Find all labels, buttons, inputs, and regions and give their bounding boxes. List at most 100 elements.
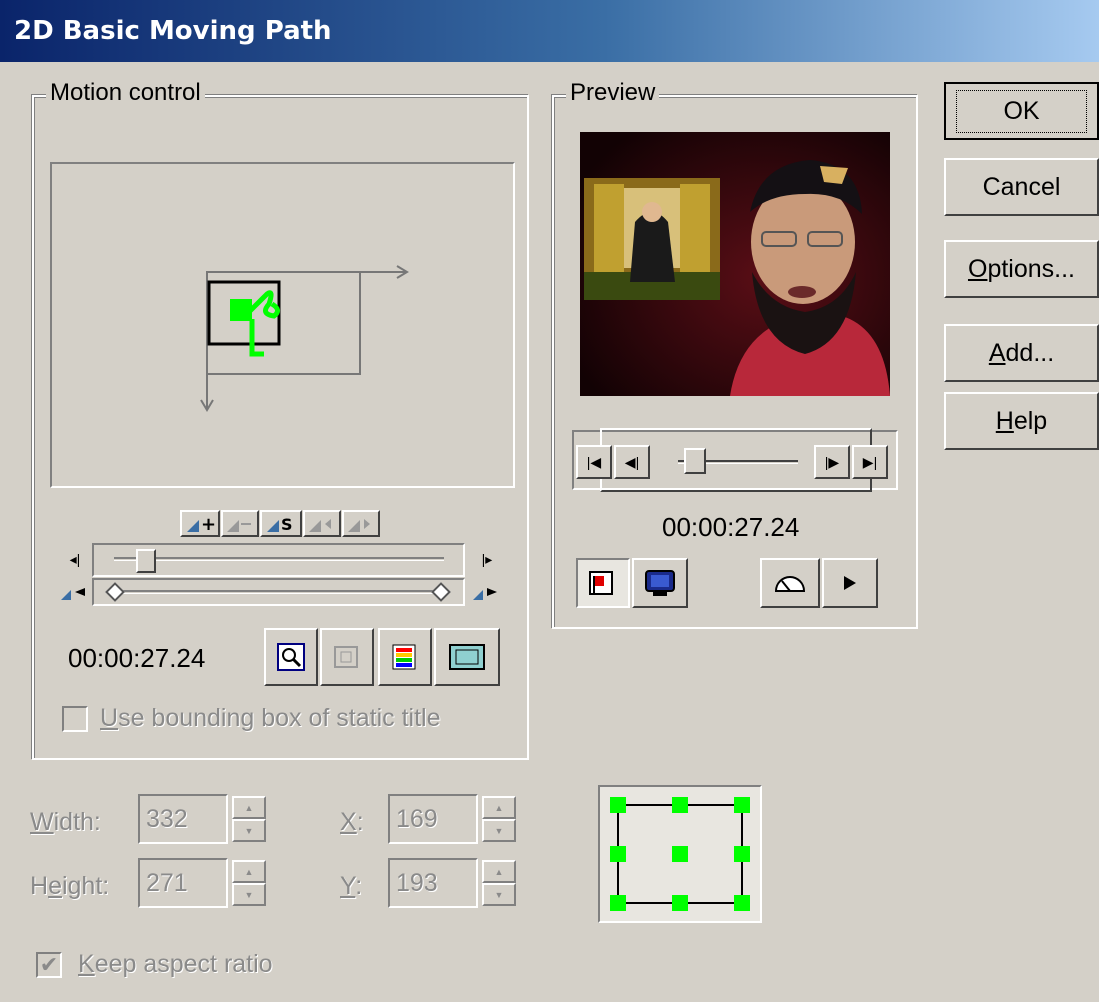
bounding-box-checkbox[interactable] — [62, 706, 88, 732]
anchor-top-center[interactable] — [672, 797, 688, 813]
next-keyframe-button[interactable] — [342, 510, 380, 537]
step-forward-button[interactable]: |▶ — [814, 445, 850, 479]
x-label: X: — [340, 808, 364, 837]
range-end-handle[interactable] — [431, 582, 451, 602]
go-to-start-button[interactable]: |◀ — [576, 445, 612, 479]
y-label-colon: : — [355, 872, 363, 900]
safe-area-icon — [449, 644, 485, 670]
step-back-button[interactable]: ◀| — [614, 445, 650, 479]
next-keyframe-icon — [348, 518, 370, 532]
x-field[interactable]: 169 — [388, 794, 478, 844]
step-back-icon[interactable]: ◂| — [58, 547, 92, 571]
x-label-text: X — [340, 808, 357, 836]
help-label-text: elp — [1013, 406, 1048, 435]
anchor-middle-left[interactable] — [610, 846, 626, 862]
options-mnemonic: O — [967, 254, 988, 283]
spin-down-icon[interactable]: ▼ — [482, 819, 516, 842]
cancel-button[interactable]: Cancel — [944, 158, 1099, 216]
keep-aspect-label-text: eep aspect ratio — [94, 950, 273, 978]
width-label-text: idth: — [53, 808, 101, 836]
timeline-track[interactable] — [92, 543, 465, 577]
anchor-middle-right[interactable] — [734, 846, 750, 862]
speed-button[interactable] — [760, 558, 820, 608]
anchor-center[interactable] — [672, 846, 688, 862]
y-spinner[interactable]: ▲ ▼ — [482, 860, 516, 906]
width-spinner[interactable]: ▲ ▼ — [232, 796, 266, 842]
video-frame-image — [580, 132, 890, 396]
height-label-text: ight: — [61, 872, 110, 900]
anchor-bottom-center[interactable] — [672, 895, 688, 911]
svg-text:S: S — [281, 515, 293, 534]
spin-up-icon[interactable]: ▲ — [232, 860, 266, 883]
play-icon — [844, 576, 856, 590]
range-start-handle[interactable] — [105, 582, 125, 602]
height-label: Height: — [30, 872, 109, 901]
anchor-selector[interactable] — [598, 785, 762, 923]
anchor-top-right[interactable] — [734, 797, 750, 813]
go-to-end-icon: ▶| — [862, 453, 878, 470]
y-field[interactable]: 193 — [388, 858, 478, 908]
timeline-thumb[interactable] — [136, 549, 156, 573]
help-label: Help — [996, 407, 1047, 436]
color-palette-icon — [392, 644, 416, 670]
reverse-keyframe-button[interactable]: S — [260, 510, 302, 537]
svg-text:+: + — [201, 514, 215, 534]
monitor-icon — [645, 570, 675, 596]
help-button[interactable]: Help — [944, 392, 1099, 450]
monitor-button[interactable] — [632, 558, 688, 608]
spin-up-icon[interactable]: ▲ — [482, 860, 516, 883]
height-spinner[interactable]: ▲ ▼ — [232, 860, 266, 906]
window-title: 2D Basic Moving Path — [14, 16, 332, 46]
prev-keyframe-button[interactable] — [303, 510, 341, 537]
fit-button[interactable] — [320, 628, 374, 686]
range-track[interactable] — [92, 578, 465, 606]
width-field[interactable]: 332 — [138, 794, 228, 844]
anchor-bottom-left[interactable] — [610, 895, 626, 911]
ok-button[interactable]: OK — [944, 82, 1099, 140]
spin-down-icon[interactable]: ▼ — [232, 883, 266, 906]
spin-up-icon[interactable]: ▲ — [232, 796, 266, 819]
play-button[interactable] — [822, 558, 878, 608]
remove-keyframe-button[interactable] — [221, 510, 259, 537]
fit-frame-icon — [334, 646, 358, 668]
color-button[interactable] — [378, 628, 432, 686]
anchor-top-left[interactable] — [610, 797, 626, 813]
x-label-colon: : — [356, 808, 364, 836]
ok-label: OK — [956, 89, 1087, 133]
set-end-icon[interactable] — [468, 580, 504, 604]
enable-preview-button[interactable] — [576, 558, 630, 608]
keep-aspect-checkbox[interactable]: ✔ — [36, 952, 62, 978]
flag-icon — [589, 571, 613, 595]
safe-area-button[interactable] — [434, 628, 500, 686]
go-to-start-icon: |◀ — [586, 453, 602, 470]
motion-canvas[interactable] — [50, 162, 515, 488]
anchor-bottom-right[interactable] — [734, 895, 750, 911]
add-label: Add... — [989, 339, 1054, 368]
spin-down-icon[interactable]: ▼ — [232, 819, 266, 842]
options-label-text: ptions... — [987, 254, 1075, 283]
spin-down-icon[interactable]: ▼ — [482, 883, 516, 906]
options-label: Options... — [968, 255, 1075, 284]
add-keyframe-button[interactable]: + — [180, 510, 220, 537]
zoom-button[interactable] — [264, 628, 318, 686]
preview-legend: Preview — [566, 79, 660, 107]
add-mnemonic: A — [988, 338, 1006, 367]
keep-aspect-label[interactable]: Keep aspect ratio — [78, 950, 273, 979]
bounding-box-label[interactable]: Use bounding box of static title — [100, 704, 441, 733]
height-field[interactable]: 271 — [138, 858, 228, 908]
preview-slider-thumb[interactable] — [684, 448, 706, 474]
options-button[interactable]: Options... — [944, 240, 1099, 298]
spin-up-icon[interactable]: ▲ — [482, 796, 516, 819]
set-start-icon-svg — [61, 588, 85, 600]
width-label: Width: — [30, 808, 101, 837]
anchor-grid — [610, 797, 750, 911]
y-label-text: Y — [340, 872, 356, 900]
set-start-icon[interactable] — [56, 580, 92, 604]
speedometer-icon — [774, 576, 806, 592]
reverse-keyframe-icon: S — [267, 515, 293, 534]
step-forward-icon[interactable]: |▸ — [470, 547, 504, 571]
add-button[interactable]: Add... — [944, 324, 1099, 382]
go-to-end-button[interactable]: ▶| — [852, 445, 888, 479]
x-spinner[interactable]: ▲ ▼ — [482, 796, 516, 842]
width-mnemonic: W — [30, 808, 54, 836]
